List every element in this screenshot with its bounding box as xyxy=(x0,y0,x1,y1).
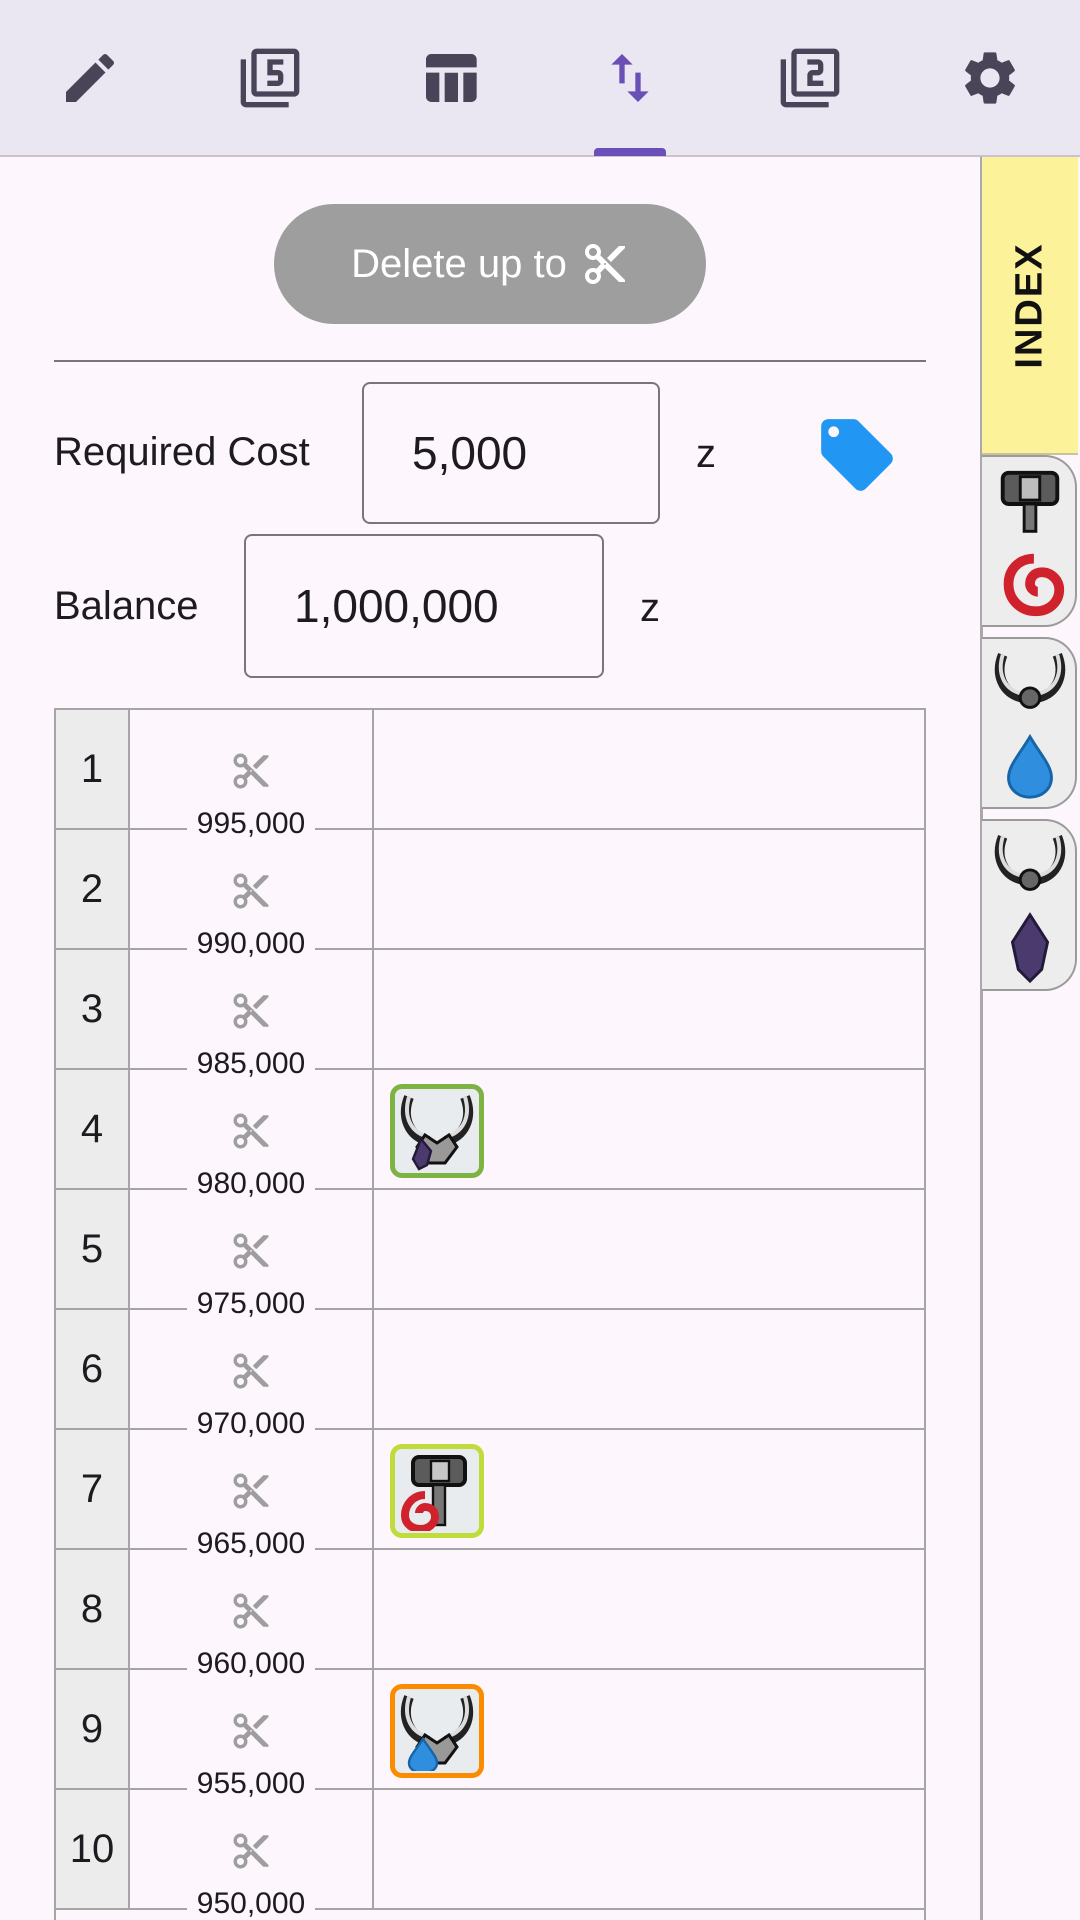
balance-cell: 985,000 xyxy=(130,950,374,1080)
monster-badge[interactable] xyxy=(390,1084,484,1178)
tag-icon[interactable] xyxy=(814,412,900,498)
required-cost-label: Required Cost xyxy=(54,430,310,474)
item-cell[interactable] xyxy=(374,1190,924,1308)
scissors-icon[interactable] xyxy=(230,1590,272,1632)
required-cost-unit: z xyxy=(696,432,716,476)
table-row: 5 975,000 xyxy=(56,1190,924,1320)
side-item-horns-dragon[interactable] xyxy=(982,819,1077,991)
horns-dragon-icon xyxy=(400,1095,474,1171)
item-cell[interactable] xyxy=(374,1310,924,1428)
balance-value: 950,000 xyxy=(186,1887,316,1920)
monster-badge[interactable] xyxy=(390,1684,484,1778)
scissors-icon[interactable] xyxy=(230,1110,272,1152)
gear-icon xyxy=(965,52,1015,104)
table-row: 4 980,000 xyxy=(56,1070,924,1200)
scissors-icon[interactable] xyxy=(230,870,272,912)
balance-cell: 950,000 xyxy=(130,1790,374,1920)
table-row: 2 990,000 xyxy=(56,830,924,960)
table-row: 7 965,000 xyxy=(56,1430,924,1560)
balance-cell: 970,000 xyxy=(130,1310,374,1440)
delete-up-to-label: Delete up to xyxy=(351,241,567,286)
balance-cell: 980,000 xyxy=(130,1070,374,1200)
index-tab[interactable]: INDEX xyxy=(982,157,1078,455)
row-number: 3 xyxy=(56,950,130,1068)
table-row: 10 950,000 xyxy=(56,1790,924,1920)
scissors-icon[interactable] xyxy=(230,750,272,792)
balance-unit: z xyxy=(640,586,660,630)
row-number: 4 xyxy=(56,1070,130,1188)
table-row: 1 995,000 xyxy=(56,710,924,840)
item-cell[interactable] xyxy=(374,830,924,948)
tab-settings[interactable] xyxy=(942,30,1038,126)
pencil-icon xyxy=(66,53,115,102)
row-number: 7 xyxy=(56,1430,130,1548)
monster-badge[interactable] xyxy=(390,1444,484,1538)
balance-cell: 995,000 xyxy=(130,710,374,840)
item-cell[interactable] xyxy=(374,1550,924,1668)
item-cell[interactable] xyxy=(374,950,924,1068)
balance-cell: 990,000 xyxy=(130,830,374,960)
item-cell[interactable] xyxy=(374,1070,924,1188)
side-item-hammer-fire[interactable] xyxy=(982,455,1077,627)
scissors-icon[interactable] xyxy=(230,1350,272,1392)
balance-cell: 965,000 xyxy=(130,1430,374,1560)
top-app-bar xyxy=(0,0,1080,157)
scissors-icon[interactable] xyxy=(230,1710,272,1752)
divider xyxy=(54,360,926,362)
balance-cell: 975,000 xyxy=(130,1190,374,1320)
required-cost-field[interactable] xyxy=(362,382,660,524)
filter-2-icon xyxy=(780,48,840,108)
table-row: 3 985,000 xyxy=(56,950,924,1080)
index-tab-label: INDEX xyxy=(1008,241,1051,369)
horns-dragon-icon xyxy=(994,834,1066,984)
tab-table[interactable] xyxy=(402,30,498,126)
row-number: 6 xyxy=(56,1310,130,1428)
table-row: 9 955,000 xyxy=(56,1670,924,1800)
balance-cell: 955,000 xyxy=(130,1670,374,1800)
table-icon xyxy=(426,54,477,102)
tab-filter-5[interactable] xyxy=(222,30,318,126)
balance-field[interactable] xyxy=(244,534,604,678)
item-cell[interactable] xyxy=(374,1430,924,1548)
delete-up-to-button[interactable]: Delete up to xyxy=(274,204,706,324)
horns-water-icon xyxy=(994,652,1066,799)
scissors-icon[interactable] xyxy=(230,1470,272,1512)
hammer-fire-icon xyxy=(400,1455,467,1531)
hammer-fire-icon xyxy=(1000,470,1065,617)
horns-water-icon xyxy=(400,1695,474,1771)
swap-vert-icon xyxy=(611,54,649,102)
tab-filter-2[interactable] xyxy=(762,30,858,126)
scissors-icon[interactable] xyxy=(230,1830,272,1872)
scissors-icon[interactable] xyxy=(230,990,272,1032)
row-number: 5 xyxy=(56,1190,130,1308)
row-number: 1 xyxy=(56,710,130,828)
item-cell[interactable] xyxy=(374,710,924,828)
tab-edit[interactable] xyxy=(42,30,138,126)
table-row: 6 970,000 xyxy=(56,1310,924,1440)
selected-tab-indicator xyxy=(594,148,666,156)
scissors-icon[interactable] xyxy=(230,1230,272,1272)
balance-label: Balance xyxy=(54,584,199,628)
table-row: 8 960,000 xyxy=(56,1550,924,1680)
balance-table: 1 995,000 2 990,000 3 985,000 4 980,000 xyxy=(54,708,926,1920)
row-number: 10 xyxy=(56,1790,130,1908)
item-cell[interactable] xyxy=(374,1670,924,1788)
row-number: 9 xyxy=(56,1670,130,1788)
side-item-horns-water[interactable] xyxy=(982,637,1077,809)
scissors-icon xyxy=(584,244,625,284)
filter-5-icon xyxy=(240,48,300,108)
tab-swap[interactable] xyxy=(582,30,678,126)
row-number: 2 xyxy=(56,830,130,948)
row-number: 8 xyxy=(56,1550,130,1668)
item-cell[interactable] xyxy=(374,1790,924,1908)
balance-cell: 960,000 xyxy=(130,1550,374,1680)
